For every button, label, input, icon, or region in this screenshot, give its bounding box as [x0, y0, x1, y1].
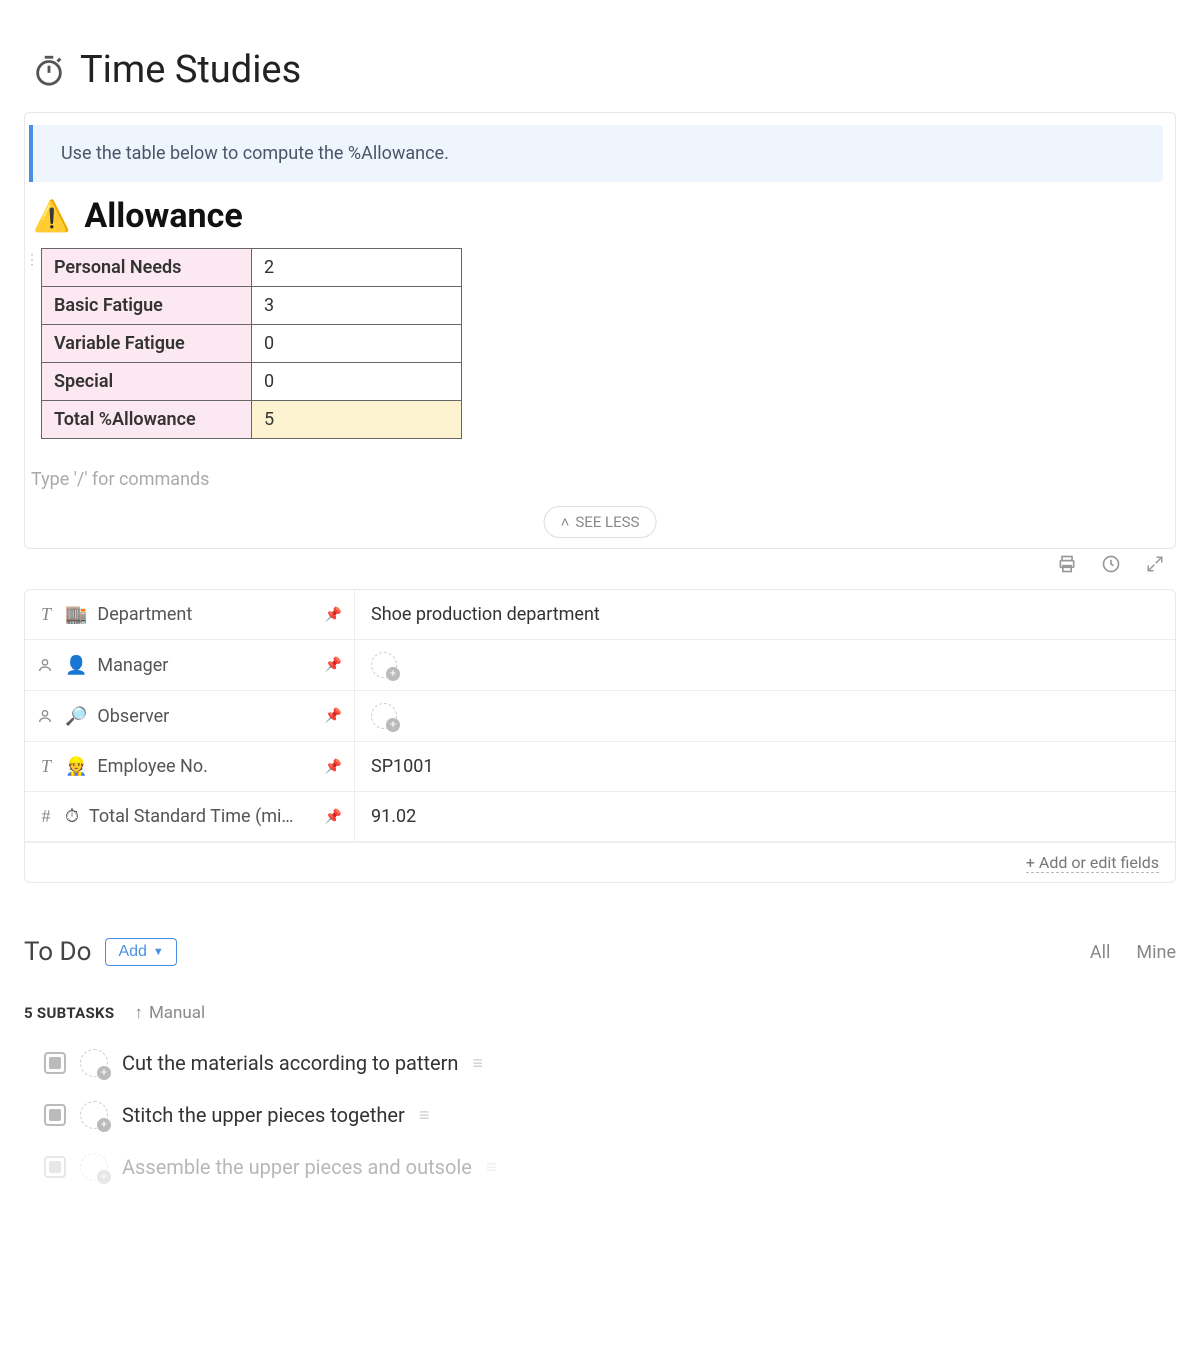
drag-handle-icon[interactable]: ⋮⋮	[25, 248, 39, 268]
field-label: Employee No.	[97, 756, 207, 777]
allowance-row-value[interactable]: 0	[252, 325, 462, 363]
task-checkbox[interactable]	[44, 1052, 66, 1074]
field-row-manager: 👤 Manager 📌	[25, 640, 1175, 691]
custom-fields: T 🏬 Department 📌 Shoe production departm…	[24, 589, 1176, 883]
field-name[interactable]: T 👷 Employee No. 📌	[25, 742, 355, 791]
see-less-label: SEE LESS	[575, 513, 639, 531]
stopwatch-icon	[32, 53, 66, 87]
field-emoji: 🔎	[65, 706, 87, 727]
allowance-heading: Allowance	[84, 196, 242, 236]
field-emoji: 👤	[65, 655, 87, 676]
allowance-row-label[interactable]: Variable Fatigue	[42, 325, 252, 363]
task-checkbox[interactable]	[44, 1104, 66, 1126]
expand-icon[interactable]	[1144, 553, 1166, 575]
print-icon[interactable]	[1056, 553, 1078, 575]
description-card: Use the table below to compute the %Allo…	[24, 112, 1176, 549]
arrow-up-icon: ↑	[134, 1003, 143, 1023]
pin-icon[interactable]: 📌	[325, 809, 342, 825]
task-row: Stitch the upper pieces together ≡	[44, 1089, 1176, 1141]
field-emoji: 👷	[65, 756, 87, 777]
table-row-total: Total %Allowance 5	[42, 401, 462, 439]
add-person-icon[interactable]	[371, 703, 397, 729]
field-value[interactable]	[355, 640, 1175, 690]
allowance-row-label[interactable]: Personal Needs	[42, 249, 252, 287]
field-label: Department	[97, 604, 192, 625]
task-row: Cut the materials according to pattern ≡	[44, 1037, 1176, 1089]
add-task-button[interactable]: Add ▼	[105, 938, 176, 966]
number-type-icon: #	[37, 806, 55, 827]
field-value[interactable]: SP1001	[355, 742, 1175, 791]
pin-icon[interactable]: 📌	[325, 607, 342, 623]
history-icon[interactable]	[1100, 553, 1122, 575]
table-row: Personal Needs 2	[42, 249, 462, 287]
text-type-icon: T	[37, 604, 55, 625]
field-name[interactable]: # ⏱ Total Standard Time (mi… 📌	[25, 792, 355, 841]
field-name[interactable]: 🔎 Observer 📌	[25, 691, 355, 741]
task-title[interactable]: Cut the materials according to pattern	[122, 1051, 458, 1075]
task-checkbox[interactable]	[44, 1156, 66, 1178]
task-title[interactable]: Stitch the upper pieces together	[122, 1103, 405, 1127]
person-type-icon	[37, 657, 55, 673]
field-label: Observer	[97, 706, 169, 727]
field-row-department: T 🏬 Department 📌 Shoe production departm…	[25, 590, 1175, 640]
person-type-icon	[37, 708, 55, 724]
pin-icon[interactable]: 📌	[325, 708, 342, 724]
info-callout: Use the table below to compute the %Allo…	[29, 125, 1163, 182]
sort-label: Manual	[149, 1003, 205, 1023]
caret-down-icon: ▼	[153, 946, 164, 958]
field-value[interactable]: Shoe production department	[355, 590, 1175, 639]
table-row: Special 0	[42, 363, 462, 401]
description-icon[interactable]: ≡	[486, 1157, 497, 1178]
todo-title: To Do	[24, 937, 91, 967]
field-name[interactable]: T 🏬 Department 📌	[25, 590, 355, 639]
field-row-observer: 🔎 Observer 📌	[25, 691, 1175, 742]
add-edit-fields-button[interactable]: + Add or edit fields	[25, 842, 1175, 882]
field-value[interactable]: 91.02	[355, 792, 1175, 841]
callout-text: Use the table below to compute the %Allo…	[61, 143, 449, 164]
allowance-row-label[interactable]: Basic Fatigue	[42, 287, 252, 325]
filter-mine[interactable]: Mine	[1136, 942, 1176, 963]
subtasks-count: 5 SUBTASKS	[24, 1004, 114, 1022]
slash-command-input[interactable]: Type '/' for commands	[31, 469, 1175, 490]
allowance-row-value[interactable]: 2	[252, 249, 462, 287]
allowance-row-label[interactable]: Special	[42, 363, 252, 401]
assignee-icon[interactable]	[80, 1153, 108, 1181]
filter-all[interactable]: All	[1090, 942, 1111, 963]
field-emoji: 🏬	[65, 604, 87, 625]
add-edit-fields-label: + Add or edit fields	[1026, 853, 1159, 873]
table-row: Variable Fatigue 0	[42, 325, 462, 363]
add-person-icon[interactable]	[371, 652, 397, 678]
assignee-icon[interactable]	[80, 1049, 108, 1077]
field-name[interactable]: 👤 Manager 📌	[25, 640, 355, 690]
task-list: Cut the materials according to pattern ≡…	[44, 1037, 1176, 1193]
chevron-up-icon: ˄	[561, 513, 570, 531]
page-title: Time Studies	[80, 48, 301, 92]
allowance-total-value[interactable]: 5	[252, 401, 462, 439]
allowance-total-label[interactable]: Total %Allowance	[42, 401, 252, 439]
warning-icon: ⚠️	[33, 199, 70, 234]
allowance-row-value[interactable]: 3	[252, 287, 462, 325]
add-task-label: Add	[118, 943, 146, 961]
field-value[interactable]	[355, 691, 1175, 741]
text-type-icon: T	[37, 756, 55, 777]
description-icon[interactable]: ≡	[472, 1053, 483, 1074]
field-label: Manager	[97, 655, 168, 676]
allowance-row-value[interactable]: 0	[252, 363, 462, 401]
task-title[interactable]: Assemble the upper pieces and outsole	[122, 1155, 472, 1179]
pin-icon[interactable]: 📌	[325, 657, 342, 673]
assignee-icon[interactable]	[80, 1101, 108, 1129]
sort-button[interactable]: ↑ Manual	[134, 1003, 205, 1023]
field-emoji: ⏱	[65, 806, 79, 827]
description-icon[interactable]: ≡	[419, 1105, 430, 1126]
field-row-total-standard-time: # ⏱ Total Standard Time (mi… 📌 91.02	[25, 792, 1175, 842]
pin-icon[interactable]: 📌	[325, 759, 342, 775]
allowance-table: Personal Needs 2 Basic Fatigue 3 Variabl…	[41, 248, 462, 439]
table-row: Basic Fatigue 3	[42, 287, 462, 325]
see-less-button[interactable]: ˄ SEE LESS	[544, 506, 657, 538]
task-row: Assemble the upper pieces and outsole ≡	[44, 1141, 1176, 1193]
field-label: Total Standard Time (mi…	[89, 806, 293, 827]
field-row-employee-no: T 👷 Employee No. 📌 SP1001	[25, 742, 1175, 792]
